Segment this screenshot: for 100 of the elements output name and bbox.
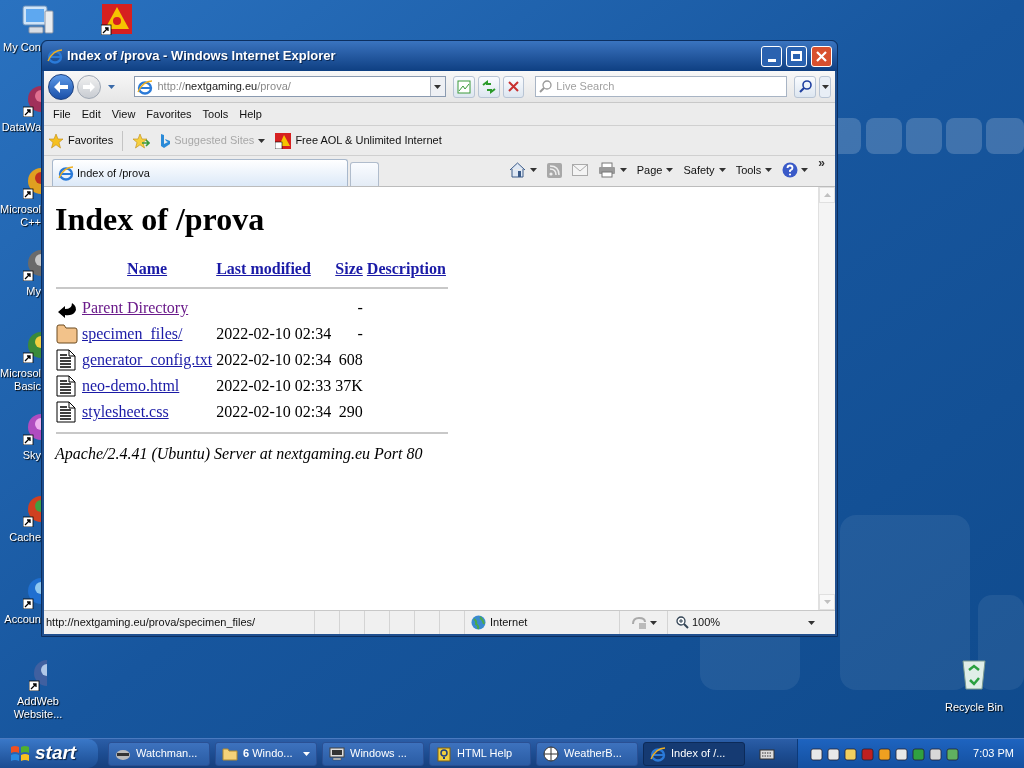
taskbar-button[interactable]: 6 Windo... bbox=[215, 741, 317, 766]
column-header-link[interactable]: Last modified bbox=[216, 260, 311, 277]
refresh-button[interactable] bbox=[477, 75, 500, 98]
stop-button[interactable] bbox=[502, 75, 525, 98]
menu-item[interactable]: View bbox=[106, 105, 141, 123]
maximize-button[interactable] bbox=[786, 45, 807, 67]
ie-icon bbox=[47, 48, 63, 64]
computer-icon[interactable] bbox=[21, 3, 55, 37]
document-icon bbox=[56, 401, 76, 423]
printer-icon[interactable] bbox=[597, 162, 616, 178]
keyboard-icon[interactable] bbox=[759, 746, 775, 761]
address-field[interactable]: http://nextgaming.eu/prova/ bbox=[134, 76, 446, 97]
modified-date: 2022-02-10 02:34 bbox=[216, 351, 332, 368]
window-title: Index of /prova - Windows Internet Explorer bbox=[67, 47, 337, 66]
taskbar-button[interactable]: WeatherB... bbox=[536, 741, 638, 766]
caret-icon bbox=[529, 168, 537, 172]
tray-icon[interactable] bbox=[878, 746, 892, 761]
search-button[interactable] bbox=[794, 75, 817, 98]
taskbar-button[interactable]: Index of /... bbox=[643, 741, 745, 766]
file-link[interactable]: Parent Directory bbox=[82, 299, 189, 316]
back-arrow-icon bbox=[53, 80, 68, 93]
taskbar-button[interactable]: Windows ... bbox=[322, 741, 424, 766]
caret-icon bbox=[108, 84, 116, 89]
file-size: 608 bbox=[338, 351, 363, 368]
home-icon[interactable] bbox=[508, 162, 526, 178]
start-button[interactable]: start bbox=[0, 739, 98, 768]
zoom-level[interactable]: 100% bbox=[692, 614, 815, 631]
command-menu[interactable]: Tools bbox=[735, 161, 773, 179]
search-icon bbox=[798, 80, 812, 93]
menu-item[interactable]: File bbox=[48, 105, 76, 123]
icon-label: DataWa bbox=[1, 121, 41, 134]
back-button[interactable] bbox=[48, 73, 74, 100]
column-header-link[interactable]: Name bbox=[127, 260, 168, 277]
tray-icon[interactable] bbox=[810, 746, 824, 761]
add-favorite-icon[interactable] bbox=[132, 132, 151, 149]
document-icon bbox=[56, 375, 76, 397]
taskbar-button[interactable]: Watchman... bbox=[108, 741, 210, 766]
icon-label: My Con bbox=[3, 41, 41, 54]
tray-icon[interactable] bbox=[895, 746, 909, 761]
refresh-icon bbox=[481, 79, 496, 94]
file-link[interactable]: generator_config.txt bbox=[82, 351, 213, 368]
browser-tab[interactable]: Index of /prova bbox=[52, 159, 348, 186]
search-input[interactable]: Live Search bbox=[556, 78, 784, 95]
command-menu[interactable]: Page bbox=[636, 161, 674, 179]
windows-logo-icon bbox=[10, 744, 30, 763]
column-header-link[interactable]: Description bbox=[366, 260, 446, 277]
file-link[interactable]: specimen_files/ bbox=[82, 325, 183, 342]
taskbar-button[interactable]: HTML Help bbox=[429, 741, 531, 766]
caret-icon bbox=[808, 620, 815, 625]
tray-icon[interactable] bbox=[946, 746, 960, 761]
modified-date: 2022-02-10 02:34 bbox=[216, 403, 332, 420]
menu-item[interactable]: Favorites bbox=[141, 105, 197, 123]
zoom-icon bbox=[676, 616, 689, 629]
file-size: - bbox=[357, 325, 363, 342]
caret-icon bbox=[434, 84, 442, 89]
search-field[interactable]: Live Search bbox=[535, 76, 788, 97]
column-header-link[interactable]: Size bbox=[335, 260, 363, 277]
icon-label: Sky bbox=[22, 449, 41, 462]
document-icon bbox=[56, 349, 76, 371]
icon-label: Recycle Bin bbox=[944, 700, 1004, 715]
caret-icon bbox=[649, 620, 657, 625]
shortcut-icon[interactable] bbox=[29, 659, 47, 691]
file-link[interactable]: stylesheet.css bbox=[82, 403, 169, 420]
icon-label: Basic bbox=[14, 380, 41, 393]
overflow-chevron[interactable]: » bbox=[818, 156, 825, 170]
file-size: 37K bbox=[335, 377, 363, 394]
minimize-button[interactable] bbox=[761, 45, 782, 67]
favorites-link[interactable]: Free AOL & Unlimited Internet bbox=[275, 132, 442, 149]
status-text: http://nextgaming.eu/prova/specimen_files/ bbox=[45, 615, 257, 631]
menu-item[interactable]: Edit bbox=[76, 105, 106, 123]
icon-label: Microsol bbox=[0, 367, 41, 380]
menu-item[interactable]: Help bbox=[234, 105, 267, 123]
tray-icon[interactable] bbox=[827, 746, 841, 761]
ie-icon bbox=[137, 78, 154, 95]
icon-label: Accoun bbox=[4, 613, 41, 626]
security-zone: Internet bbox=[490, 615, 528, 631]
favorites-button[interactable]: Favorites bbox=[48, 132, 114, 149]
menu-item[interactable]: Tools bbox=[197, 105, 234, 123]
help-book-icon bbox=[436, 745, 452, 762]
search-options-button[interactable] bbox=[819, 75, 831, 98]
shortcut-icon[interactable] bbox=[101, 3, 133, 35]
forward-arrow-icon bbox=[82, 81, 95, 92]
close-icon bbox=[816, 50, 827, 62]
caret-icon bbox=[303, 751, 310, 756]
tray-icon[interactable] bbox=[929, 746, 943, 761]
file-link[interactable]: neo-demo.html bbox=[82, 377, 180, 394]
clock: 7:03 PM bbox=[973, 746, 1014, 762]
caret-icon bbox=[765, 168, 773, 172]
folder-icon bbox=[222, 745, 238, 762]
ie-icon bbox=[650, 745, 666, 762]
modified-date: 2022-02-10 02:34 bbox=[216, 325, 332, 342]
globe-icon bbox=[471, 615, 486, 630]
icon-label: C++ bbox=[20, 216, 41, 229]
modified-date: 2022-02-10 02:33 bbox=[216, 377, 332, 394]
computer-icon bbox=[329, 745, 345, 762]
tray-icon[interactable] bbox=[844, 746, 858, 761]
help-icon[interactable] bbox=[782, 162, 799, 178]
command-menu[interactable]: Safety bbox=[683, 161, 726, 179]
close-button[interactable] bbox=[811, 45, 832, 67]
close-icon bbox=[507, 81, 519, 92]
